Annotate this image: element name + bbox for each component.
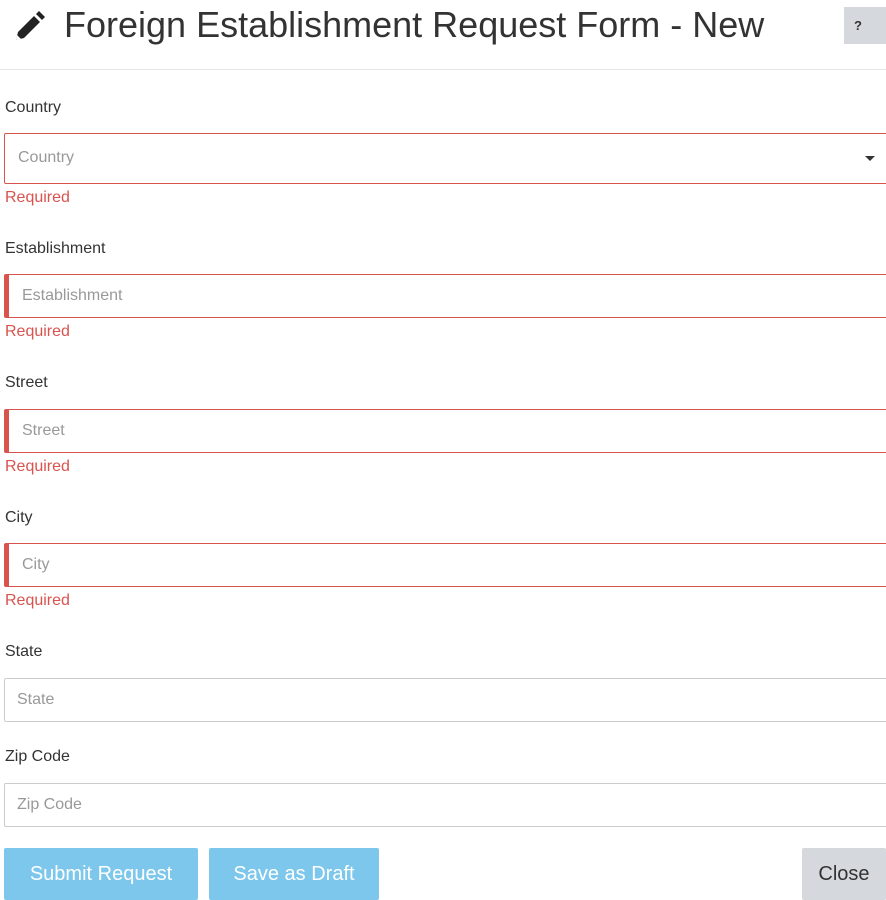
establishment-label: Establishment — [5, 240, 106, 257]
street-label: Street — [5, 374, 48, 391]
caret-down-icon — [865, 156, 875, 161]
street-input[interactable] — [4, 409, 886, 453]
country-placeholder: Country — [18, 149, 75, 166]
country-error: Required — [5, 189, 70, 206]
country-label: Country — [5, 99, 62, 116]
close-button[interactable]: Close — [802, 848, 886, 900]
street-error: Required — [5, 458, 70, 475]
state-input[interactable] — [4, 678, 886, 722]
page-title: Foreign Establishment Request Form - New — [64, 4, 765, 45]
country-select[interactable]: Country — [4, 133, 886, 184]
modal-header: Foreign Establishment Request Form - New… — [0, 0, 886, 70]
city-label: City — [5, 509, 33, 526]
state-label: State — [5, 643, 43, 660]
zip-code-input[interactable] — [4, 783, 886, 827]
submit-request-button[interactable]: Submit Request — [4, 848, 198, 900]
pencil-icon — [16, 11, 45, 40]
establishment-input[interactable] — [4, 274, 886, 318]
help-button[interactable]: ? — [844, 7, 886, 44]
save-as-draft-button[interactable]: Save as Draft — [209, 848, 379, 900]
city-error: Required — [5, 592, 70, 609]
zip-code-label: Zip Code — [5, 748, 70, 765]
city-input[interactable] — [4, 543, 886, 587]
establishment-error: Required — [5, 323, 70, 340]
